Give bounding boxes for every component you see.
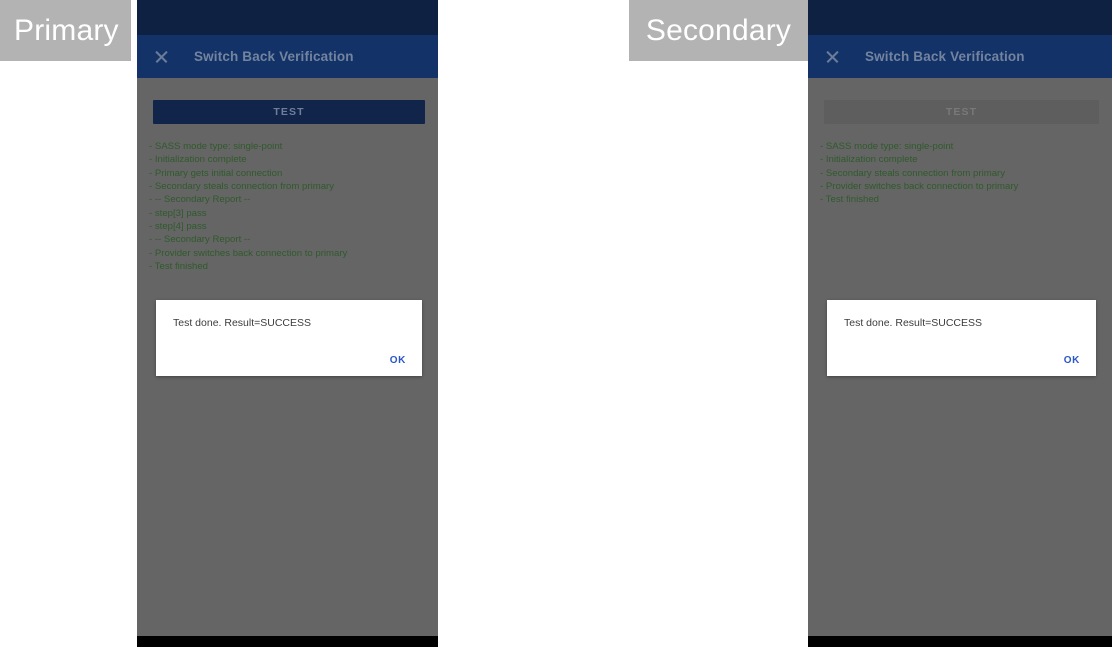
log-line: - Secondary steals connection from prima…: [820, 167, 1006, 179]
log-line: - step[3] pass: [149, 207, 207, 219]
log-line: - -- Secondary Report --: [149, 234, 251, 246]
result-dialog: Test done. Result=SUCCESS OK: [827, 300, 1096, 376]
section-label-secondary: Secondary: [629, 0, 808, 61]
test-button[interactable]: TEST: [153, 100, 425, 124]
log-line: - Provider switches back connection to p…: [820, 181, 1019, 193]
navigation-bar: [137, 636, 438, 647]
log-line: - Primary gets initial connection: [149, 167, 283, 179]
log-line: - SASS mode type: single-point: [820, 141, 954, 152]
log-line: - Initialization complete: [820, 154, 918, 166]
log-output: - SASS mode type: single-point - Initial…: [149, 140, 428, 273]
status-bar: [137, 0, 438, 35]
log-line: - step[4] pass: [149, 221, 207, 233]
log-line: - Test finished: [149, 261, 209, 273]
device-screen-primary: Switch Back Verification TEST - SASS mod…: [137, 0, 438, 647]
close-icon[interactable]: [154, 49, 169, 64]
log-line: - -- Secondary Report --: [149, 194, 251, 206]
close-icon[interactable]: [825, 49, 840, 64]
dialog-message: Test done. Result=SUCCESS: [844, 317, 983, 329]
log-line: - Secondary steals connection from prima…: [149, 181, 335, 193]
log-line: - Test finished: [820, 194, 880, 206]
dialog-ok-button[interactable]: OK: [1064, 355, 1080, 366]
device-screen-secondary: Switch Back Verification TEST - SASS mod…: [808, 0, 1112, 647]
log-output: - SASS mode type: single-point - Initial…: [820, 140, 1102, 207]
dialog-message: Test done. Result=SUCCESS: [173, 317, 312, 329]
app-bar: Switch Back Verification: [808, 35, 1112, 78]
navigation-bar: [808, 636, 1112, 647]
log-line: - SASS mode type: single-point: [149, 141, 283, 152]
dialog-ok-button[interactable]: OK: [390, 355, 406, 366]
content-area: TEST - SASS mode type: single-point - In…: [808, 78, 1112, 636]
app-bar-title: Switch Back Verification: [194, 49, 354, 64]
result-dialog: Test done. Result=SUCCESS OK: [156, 300, 422, 376]
app-bar-title: Switch Back Verification: [865, 49, 1025, 64]
log-line: - Provider switches back connection to p…: [149, 247, 348, 259]
status-bar: [808, 0, 1112, 35]
section-label-primary: Primary: [0, 0, 131, 61]
test-button[interactable]: TEST: [824, 100, 1099, 124]
app-bar: Switch Back Verification: [137, 35, 438, 78]
log-line: - Initialization complete: [149, 154, 247, 166]
content-area: TEST - SASS mode type: single-point - In…: [137, 78, 438, 636]
